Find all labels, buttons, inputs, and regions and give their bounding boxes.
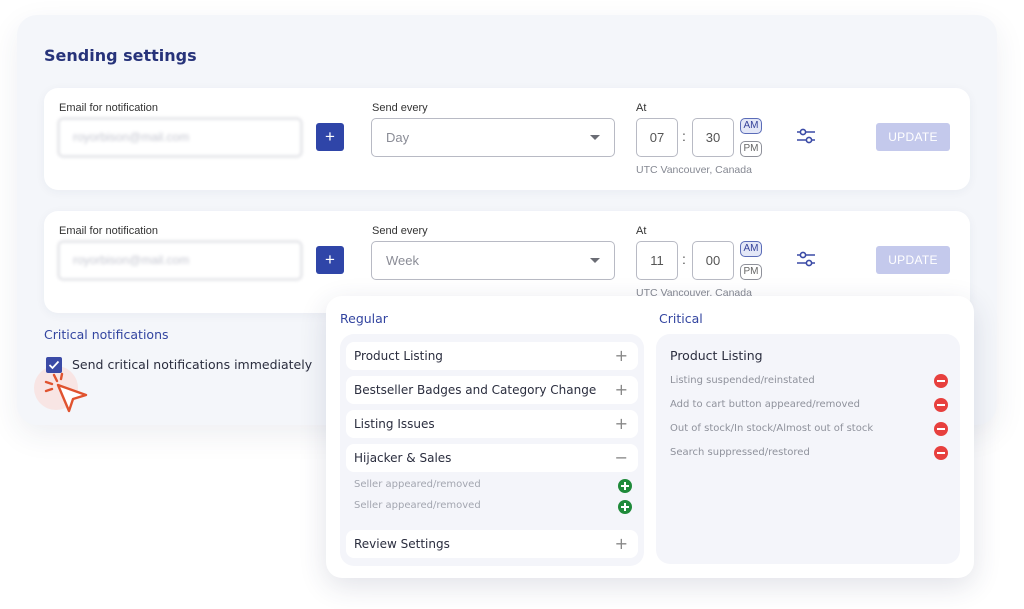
critical-list: Product Listing Listing suspended/reinst… <box>656 334 960 564</box>
send-every-label: Send every <box>372 102 428 114</box>
hour-input[interactable]: 11 <box>636 241 678 280</box>
pm-toggle[interactable]: PM <box>740 141 762 157</box>
send-every-select[interactable]: Day <box>371 118 615 157</box>
sliders-icon[interactable] <box>796 128 816 144</box>
sub-item-label: Seller appeared/removed <box>354 479 481 490</box>
add-circle-icon[interactable] <box>618 479 632 493</box>
accordion-listing-issues[interactable]: Listing Issues + <box>346 410 638 438</box>
sub-item-label: Seller appeared/removed <box>354 500 481 511</box>
setting-card: Email for notification royorbison@mail.c… <box>44 88 970 190</box>
time-separator: : <box>682 251 686 267</box>
accordion-label: Product Listing <box>354 349 443 363</box>
chevron-down-icon <box>590 258 600 263</box>
pm-toggle[interactable]: PM <box>740 264 762 280</box>
accordion-label: Review Settings <box>354 537 450 551</box>
critical-notifications-heading: Critical notifications <box>44 327 169 342</box>
cursor-click-icon <box>44 372 88 413</box>
accordion-review-settings[interactable]: Review Settings + <box>346 530 638 558</box>
critical-heading: Critical <box>659 311 703 326</box>
send-critical-checkbox[interactable] <box>46 357 62 373</box>
minute-input[interactable]: 00 <box>692 241 734 280</box>
critical-item-label: Search suppressed/restored <box>670 447 810 458</box>
critical-item-label: Listing suspended/reinstated <box>670 375 815 386</box>
plus-icon[interactable]: + <box>615 414 628 433</box>
critical-item-label: Out of stock/In stock/Almost out of stoc… <box>670 423 874 434</box>
send-every-label: Send every <box>372 225 428 237</box>
page-title: Sending settings <box>44 46 197 65</box>
critical-item-label: Add to cart button appeared/removed <box>670 399 860 410</box>
list-item: Listing suspended/reinstated <box>670 373 948 391</box>
send-every-select[interactable]: Week <box>371 241 615 280</box>
list-item: Out of stock/In stock/Almost out of stoc… <box>670 421 948 439</box>
notification-types-popover: Regular Critical Product Listing + Bests… <box>326 296 974 578</box>
am-toggle[interactable]: AM <box>740 241 762 257</box>
hour-input[interactable]: 07 <box>636 118 678 157</box>
update-button[interactable]: UPDATE <box>876 123 950 151</box>
remove-circle-icon[interactable] <box>934 422 948 436</box>
plus-icon[interactable]: + <box>615 346 628 365</box>
accordion-label: Listing Issues <box>354 417 435 431</box>
minus-icon[interactable]: − <box>615 448 628 467</box>
send-critical-label: Send critical notifications immediately <box>72 357 313 372</box>
list-item: Seller appeared/removed <box>354 498 632 516</box>
remove-circle-icon[interactable] <box>934 398 948 412</box>
time-separator: : <box>682 128 686 144</box>
add-email-button[interactable]: + <box>316 246 344 274</box>
accordion-label: Bestseller Badges and Category Change <box>354 383 597 397</box>
add-email-button[interactable]: + <box>316 123 344 151</box>
accordion-label: Hijacker & Sales <box>354 451 452 465</box>
update-button[interactable]: UPDATE <box>876 246 950 274</box>
minute-input[interactable]: 30 <box>692 118 734 157</box>
at-label: At <box>636 225 647 237</box>
list-item: Add to cart button appeared/removed <box>670 397 948 415</box>
add-circle-icon[interactable] <box>618 500 632 514</box>
email-input[interactable]: royorbison@mail.com <box>58 118 302 157</box>
accordion-product-listing[interactable]: Product Listing + <box>346 342 638 370</box>
chevron-down-icon <box>590 135 600 140</box>
remove-circle-icon[interactable] <box>934 374 948 388</box>
send-every-value: Day <box>386 130 410 145</box>
plus-icon[interactable]: + <box>615 534 628 553</box>
accordion-hijacker-sales[interactable]: Hijacker & Sales − <box>346 444 638 472</box>
plus-icon[interactable]: + <box>615 380 628 399</box>
am-toggle[interactable]: AM <box>740 118 762 134</box>
email-label: Email for notification <box>59 225 159 237</box>
sliders-icon[interactable] <box>796 251 816 267</box>
send-every-value: Week <box>386 253 419 268</box>
critical-group-heading: Product Listing <box>670 348 763 363</box>
regular-heading: Regular <box>340 311 388 326</box>
list-item: Search suppressed/restored <box>670 445 948 463</box>
email-label: Email for notification <box>59 102 159 114</box>
at-label: At <box>636 102 647 114</box>
email-input[interactable]: royorbison@mail.com <box>58 241 302 280</box>
remove-circle-icon[interactable] <box>934 446 948 460</box>
timezone-label: UTC Vancouver, Canada <box>636 164 752 176</box>
regular-list: Product Listing + Bestseller Badges and … <box>340 334 644 566</box>
checkmark-icon <box>48 360 60 370</box>
list-item: Seller appeared/removed <box>354 477 632 495</box>
accordion-bestseller-badges[interactable]: Bestseller Badges and Category Change + <box>346 376 638 404</box>
